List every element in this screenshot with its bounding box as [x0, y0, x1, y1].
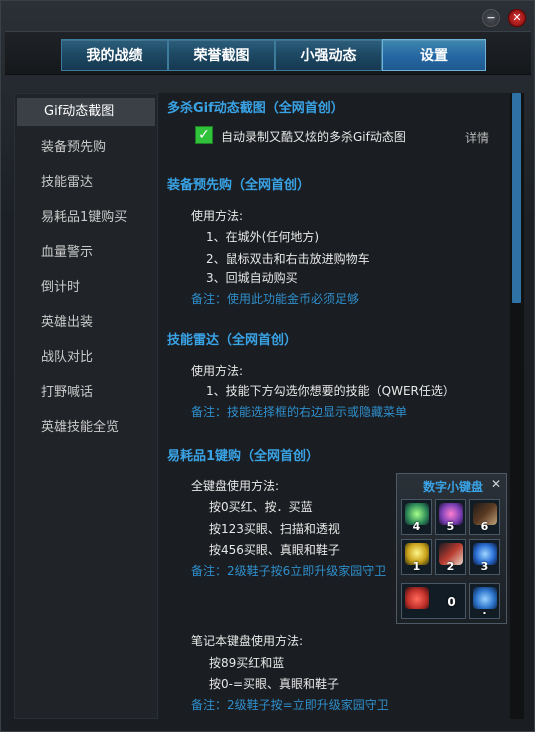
sidebar-item-skill-radar[interactable]: 技能雷达	[15, 165, 157, 200]
sidebar: Gif动态截图 装备预先购 技能雷达 易耗品1键购买 血量警示 倒计时 英雄出装…	[14, 93, 158, 719]
numpad-key-label: .	[482, 604, 487, 617]
numpad-key-0[interactable]: 0	[401, 583, 466, 619]
laptop-usage-label: 笔记本键盘使用方法:	[191, 634, 304, 648]
sidebar-item-hero-build[interactable]: 英雄出装	[15, 305, 157, 340]
numpad-key-4[interactable]: 4	[401, 499, 432, 535]
full-keyboard-step-3: 按456买眼、真眼和鞋子	[209, 543, 340, 557]
full-keyboard-step-2: 按123买眼、扫描和透视	[209, 522, 340, 536]
numpad-key-label: 3	[480, 560, 489, 573]
full-keyboard-note: 备注：2级鞋子按6立即升级家园守卫	[191, 564, 387, 578]
laptop-step-2: 按0-=买眼、真眼和鞋子	[209, 677, 340, 691]
numpad-key-label: 5	[446, 520, 455, 533]
gif-auto-record-checkbox[interactable]: ✓	[195, 126, 213, 144]
laptop-step-1: 按89买红和蓝	[209, 656, 285, 670]
numpad-key-label: 1	[412, 560, 421, 573]
laptop-note: 备注：2级鞋子按=立即升级家园守卫	[191, 698, 389, 712]
sidebar-item-jungle-call[interactable]: 打野喊话	[15, 375, 157, 410]
sidebar-item-hero-skills[interactable]: 英雄技能全览	[15, 410, 157, 445]
numpad-panel: 数字小键盘 ✕ 4 5 6 1 2 3 0 .	[396, 473, 507, 624]
close-icon[interactable]: ✕	[508, 9, 526, 27]
tab-bar: 我的战绩 荣誉截图 小强动态 设置	[5, 31, 531, 75]
prebuy-step-2: 2、鼠标双击和右击放进购物车	[206, 252, 370, 266]
numpad-key-label: 2	[446, 560, 455, 573]
prebuy-step-1: 1、在城外(任何地方)	[206, 230, 319, 244]
full-keyboard-usage-label: 全键盘使用方法:	[191, 479, 280, 493]
sidebar-item-gif[interactable]: Gif动态截图	[17, 98, 155, 126]
tab-honor-screenshot[interactable]: 荣誉截图	[168, 39, 275, 71]
consumable-section-title: 易耗品1键购（全网首创）	[167, 449, 320, 464]
full-keyboard-step-1: 按0买红、按．买蓝	[209, 500, 313, 514]
numpad-key-5[interactable]: 5	[435, 499, 466, 535]
numpad-key-label: 6	[480, 520, 489, 533]
radar-note: 备注：技能选择框的右边显示或隐藏菜单	[191, 405, 408, 419]
gif-checkbox-label: 自动录制又酷又炫的多杀Gif动态图	[221, 130, 406, 144]
radar-usage-label: 使用方法:	[191, 364, 244, 378]
app-window: − ✕ 我的战绩 荣誉截图 小强动态 设置 Gif动态截图 装备预先购 技能雷达…	[0, 0, 535, 732]
tab-my-record[interactable]: 我的战绩	[61, 39, 168, 71]
tab-xiaoqiang-news[interactable]: 小强动态	[275, 39, 382, 71]
radar-step-1: 1、技能下方勾选你想要的技能（QWER任选）	[206, 384, 455, 398]
content-scrollbar-thumb[interactable]	[512, 93, 521, 303]
sidebar-item-health-warning[interactable]: 血量警示	[15, 235, 157, 270]
numpad-close-icon[interactable]: ✕	[491, 477, 501, 491]
gif-section-title: 多杀Gif动态截图（全网首创）	[167, 101, 344, 116]
numpad-key-1[interactable]: 1	[401, 539, 432, 575]
numpad-key-dot[interactable]: .	[469, 583, 500, 619]
sidebar-item-team-compare[interactable]: 战队对比	[15, 340, 157, 375]
minimize-icon[interactable]: −	[482, 9, 500, 27]
sidebar-item-consumable-buy[interactable]: 易耗品1键购买	[15, 200, 157, 235]
numpad-key-2[interactable]: 2	[435, 539, 466, 575]
radar-section-title: 技能雷达（全网首创）	[167, 333, 298, 348]
numpad-key-6[interactable]: 6	[469, 499, 500, 535]
numpad-key-label: 4	[412, 520, 421, 533]
prebuy-step-3: 3、回城自动购买	[206, 271, 298, 285]
prebuy-section-title: 装备预先购（全网首创）	[167, 178, 311, 193]
sidebar-item-countdown[interactable]: 倒计时	[15, 270, 157, 305]
settings-content: 多杀Gif动态截图（全网首创） ✓ 自动录制又酷又炫的多杀Gif动态图 详情 装…	[158, 93, 510, 719]
prebuy-note: 备注：使用此功能金币必须足够	[191, 292, 360, 306]
numpad-key-3[interactable]: 3	[469, 539, 500, 575]
prebuy-usage-label: 使用方法:	[191, 209, 244, 223]
tab-settings[interactable]: 设置	[382, 39, 486, 71]
gif-detail-link[interactable]: 详情	[465, 129, 489, 146]
sidebar-item-prebuy[interactable]: 装备预先购	[15, 130, 157, 165]
